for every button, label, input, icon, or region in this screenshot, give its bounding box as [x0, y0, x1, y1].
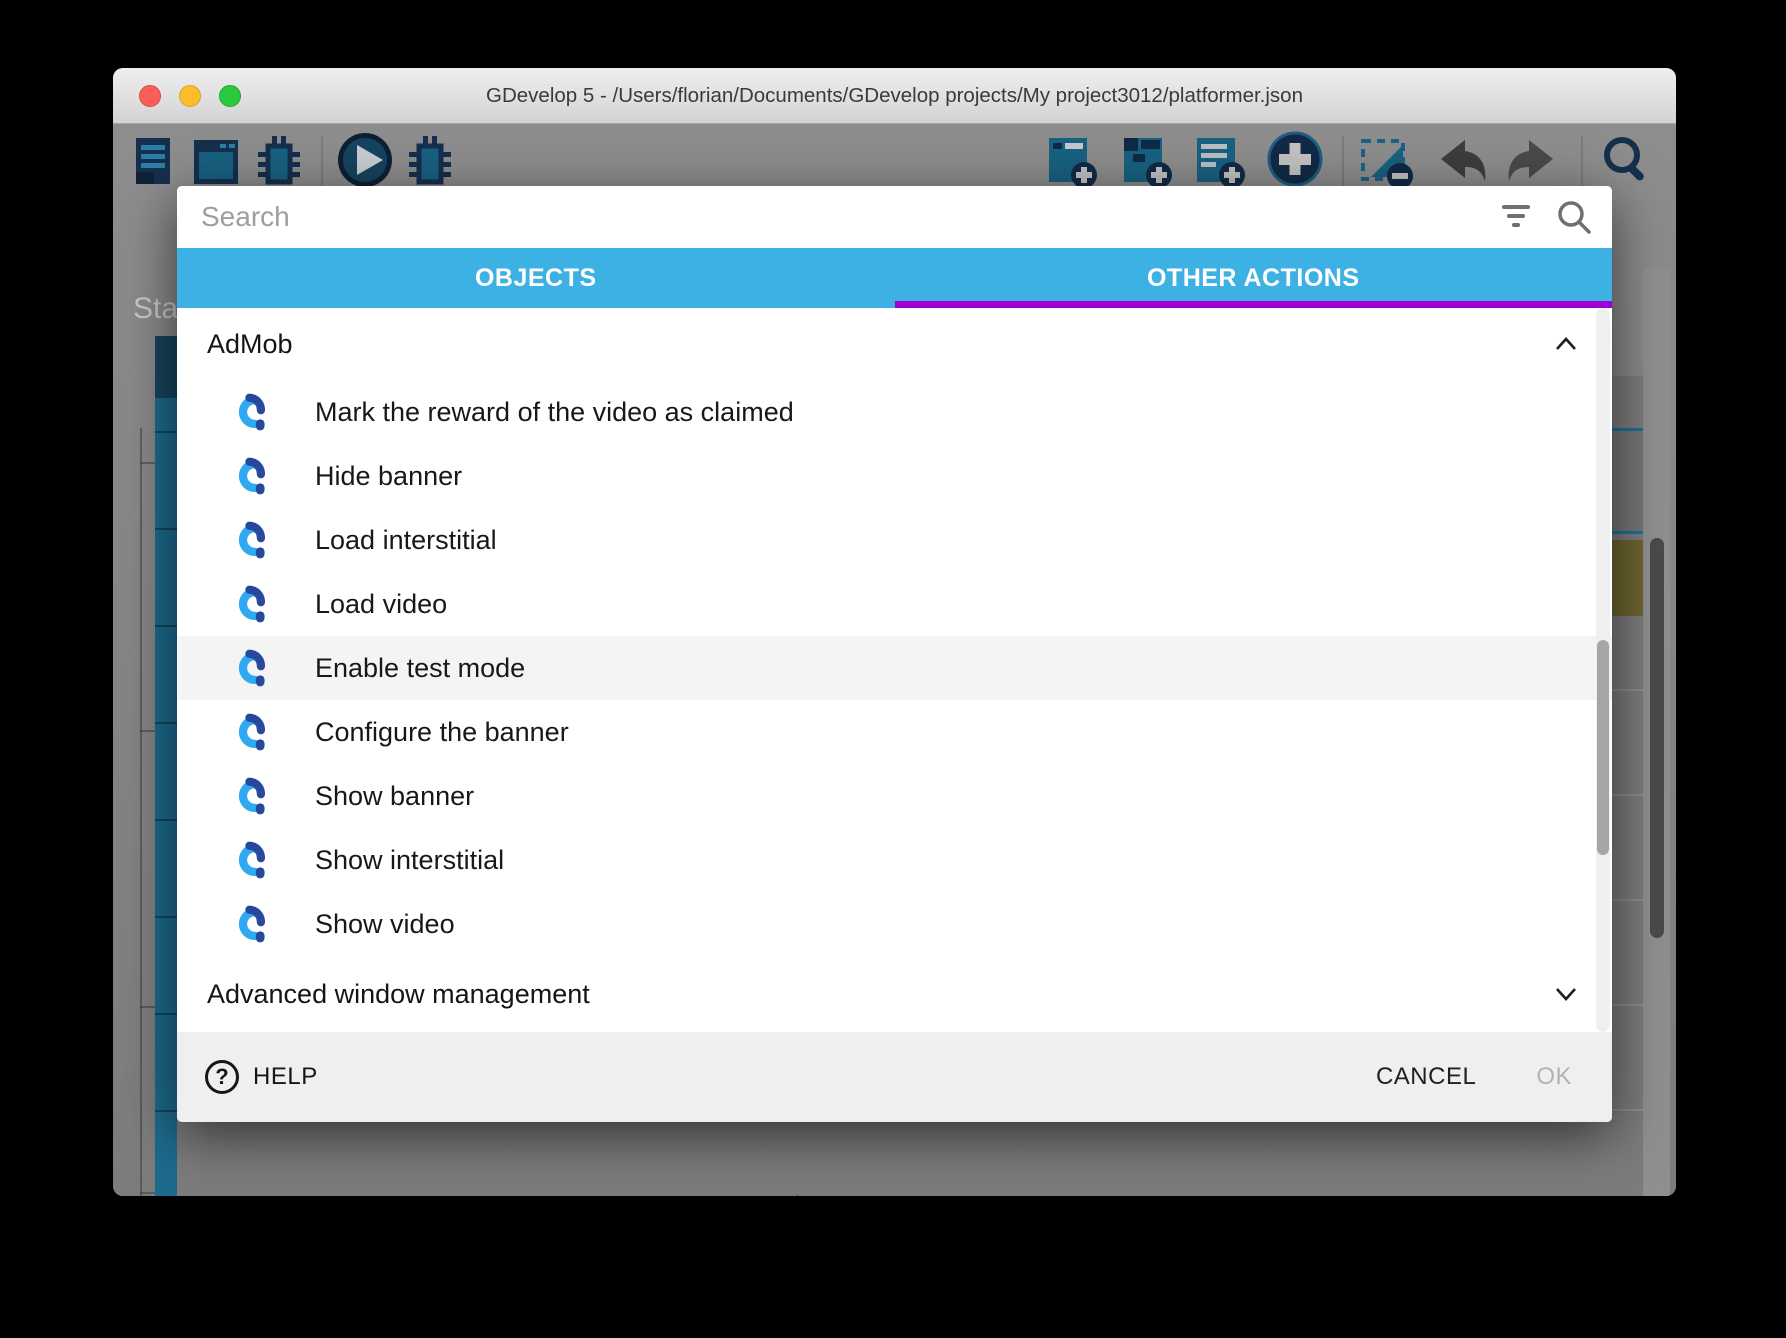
search-icon[interactable]	[1554, 198, 1594, 238]
action-list-item[interactable]: Show interstitial	[177, 828, 1612, 892]
undo-icon[interactable]	[1433, 134, 1493, 190]
action-list-item[interactable]: Configure the banner	[177, 700, 1612, 764]
action-chooser-dialog: OBJECTS OTHER ACTIONS AdMob Mark the rew…	[177, 186, 1612, 1122]
admob-icon	[232, 392, 265, 432]
add-comment-icon[interactable]	[1193, 134, 1247, 190]
screenshot-stage: GDevelop 5 - /Users/florian/Documents/GD…	[0, 0, 1786, 1338]
cancel-button[interactable]: CANCEL	[1376, 1063, 1476, 1091]
event-block-dark	[155, 336, 177, 398]
chevron-up-icon[interactable]	[1554, 335, 1578, 353]
window-scrollbar-thumb[interactable]	[1650, 538, 1664, 938]
action-item-label: Load interstitial	[315, 525, 497, 556]
search-input[interactable]	[199, 194, 1479, 240]
add-event-icon[interactable]	[1045, 134, 1099, 190]
admob-icon	[232, 712, 265, 752]
play-icon[interactable]	[335, 130, 395, 190]
admob-icon	[232, 520, 265, 560]
action-list-item[interactable]: Load video	[177, 572, 1612, 636]
window-titlebar: GDevelop 5 - /Users/florian/Documents/GD…	[113, 68, 1676, 124]
help-button[interactable]: ? HELP	[205, 1060, 318, 1094]
filter-icon[interactable]	[1500, 202, 1532, 230]
dialog-scrollbar-thumb[interactable]	[1597, 640, 1609, 855]
action-list-item[interactable]: Hide banner	[177, 444, 1612, 508]
window-title: GDevelop 5 - /Users/florian/Documents/GD…	[113, 68, 1676, 124]
section-title: Advanced window management	[207, 979, 590, 1010]
admob-icon	[232, 456, 265, 496]
dialog-tabs: OBJECTS OTHER ACTIONS	[177, 248, 1612, 308]
event-row: A Left key is pressed Add condition Flip…	[113, 1192, 1676, 1196]
toolbar-separator	[1581, 136, 1583, 188]
event-connector-stub	[140, 730, 155, 732]
remove-event-icon[interactable]	[1358, 134, 1414, 190]
admob-icon	[232, 904, 265, 944]
action-item-label: Configure the banner	[315, 717, 569, 748]
dialog-footer: ? HELP CANCEL OK	[177, 1032, 1612, 1122]
action-item-label: Mark the reward of the video as claimed	[315, 397, 794, 428]
ok-button-disabled[interactable]: OK	[1536, 1063, 1572, 1091]
event-blocks-left-column	[155, 336, 177, 1196]
toolbar-search-icon[interactable]	[1598, 132, 1654, 188]
project-manager-icon[interactable]	[128, 134, 180, 190]
events-sheet-partial-text: Sta	[133, 292, 178, 326]
action-list-item[interactable]: Show video	[177, 892, 1612, 956]
scene-editor-icon[interactable]	[190, 134, 242, 190]
action-item-label: Show interstitial	[315, 845, 504, 876]
add-circle-icon[interactable]	[1266, 130, 1324, 188]
condition-action-divider	[797, 1194, 798, 1196]
section-title: AdMob	[207, 329, 293, 360]
action-list-item[interactable]: Show banner	[177, 764, 1612, 828]
action-item-label: Load video	[315, 589, 447, 620]
section-header-advanced-window-management[interactable]: Advanced window management	[177, 956, 1612, 1032]
event-connector-line	[140, 428, 142, 1196]
admob-icon	[232, 776, 265, 816]
help-icon: ?	[205, 1060, 239, 1094]
action-list-item[interactable]: Mark the reward of the video as claimed	[177, 380, 1612, 444]
admob-icon	[232, 840, 265, 880]
redo-icon[interactable]	[1501, 134, 1561, 190]
active-tab-underline	[895, 301, 1613, 308]
action-item-label: Show video	[315, 909, 455, 940]
event-connector-stub	[140, 462, 155, 464]
tab-other-actions[interactable]: OTHER ACTIONS	[895, 248, 1613, 308]
debugger-chip-icon[interactable]	[403, 134, 455, 190]
toolbar-separator	[321, 136, 323, 188]
action-item-label: Show banner	[315, 781, 474, 812]
help-label: HELP	[253, 1063, 318, 1091]
search-bar	[177, 186, 1612, 248]
admob-icon	[232, 648, 265, 688]
chevron-down-icon[interactable]	[1554, 985, 1578, 1003]
extension-chip-icon[interactable]	[252, 134, 304, 190]
action-list-item-highlighted[interactable]: Enable test mode	[177, 636, 1612, 700]
action-list-item[interactable]: Load interstitial	[177, 508, 1612, 572]
actions-list: AdMob Mark the reward of the video as cl…	[177, 308, 1612, 1032]
section-header-admob[interactable]: AdMob	[177, 308, 1612, 380]
add-subevent-icon[interactable]	[1120, 134, 1174, 190]
admob-icon	[232, 584, 265, 624]
action-item-label: Enable test mode	[315, 653, 525, 684]
tab-objects[interactable]: OBJECTS	[177, 248, 895, 308]
action-item-label: Hide banner	[315, 461, 462, 492]
toolbar-separator	[1342, 136, 1344, 188]
event-connector-stub	[140, 1006, 155, 1008]
